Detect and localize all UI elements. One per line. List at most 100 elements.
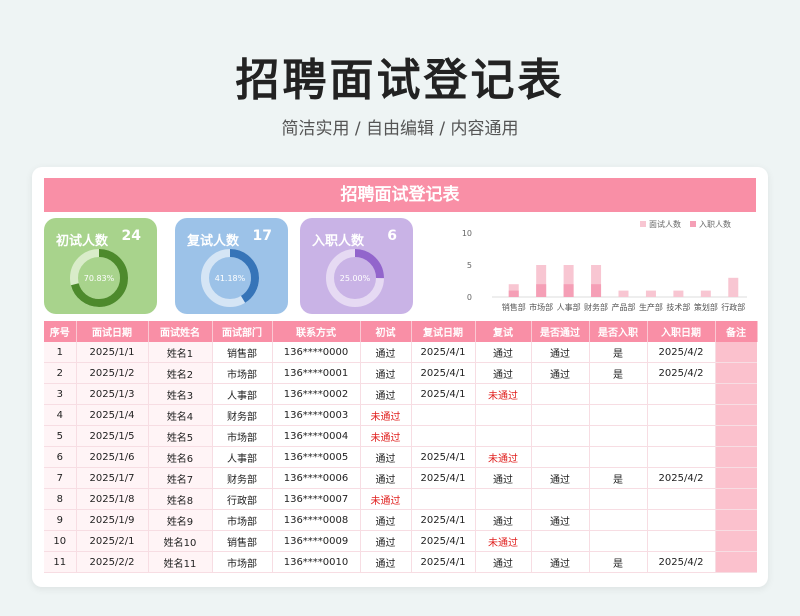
table-cell[interactable]: 2025/4/1 [411,509,476,531]
table-cell[interactable] [647,530,716,552]
table-cell[interactable]: 136****0010 [272,551,361,573]
table-cell[interactable]: 2025/4/1 [411,342,476,363]
table-cell[interactable]: 通过 [531,467,590,489]
table-cell[interactable]: 2025/4/2 [647,551,716,573]
table-cell[interactable]: 136****0007 [272,488,361,510]
table-cell[interactable]: 通过 [475,467,532,489]
table-cell[interactable]: 136****0000 [272,342,361,363]
table-cell[interactable]: 8 [44,488,77,510]
table-cell[interactable]: 11 [44,551,77,573]
table-cell[interactable]: 2025/2/1 [76,530,149,552]
table-cell[interactable]: 市场部 [212,551,273,573]
table-cell[interactable]: 通过 [475,342,532,363]
table-cell[interactable]: 136****0003 [272,404,361,426]
column-header[interactable]: 是否入职 [589,321,648,342]
table-cell[interactable] [647,404,716,426]
table-cell[interactable]: 通过 [475,362,532,384]
table-cell[interactable]: 2025/1/3 [76,383,149,405]
table-cell[interactable] [589,530,648,552]
table-cell[interactable]: 2025/1/5 [76,425,149,447]
table-cell[interactable]: 2025/1/4 [76,404,149,426]
table-cell[interactable] [715,362,757,384]
table-cell[interactable]: 2025/4/2 [647,467,716,489]
column-header[interactable]: 序号 [44,321,77,342]
table-cell[interactable] [715,404,757,426]
table-cell[interactable]: 是 [589,362,648,384]
column-header[interactable]: 面试日期 [76,321,149,342]
table-cell[interactable]: 未通过 [360,488,412,510]
table-cell[interactable]: 2025/4/2 [647,342,716,363]
table-cell[interactable] [531,488,590,510]
table-cell[interactable] [715,509,757,531]
table-cell[interactable]: 2025/4/1 [411,530,476,552]
table-cell[interactable] [647,425,716,447]
table-cell[interactable]: 通过 [531,362,590,384]
table-cell[interactable]: 通过 [360,446,412,468]
table-cell[interactable] [715,467,757,489]
table-cell[interactable]: 通过 [360,362,412,384]
table-cell[interactable] [475,488,532,510]
table-cell[interactable]: 2025/1/8 [76,488,149,510]
table-cell[interactable]: 7 [44,467,77,489]
table-cell[interactable]: 是 [589,551,648,573]
table-cell[interactable]: 136****0001 [272,362,361,384]
table-cell[interactable] [411,425,476,447]
table-cell[interactable] [411,404,476,426]
table-cell[interactable] [647,509,716,531]
table-cell[interactable] [531,404,590,426]
table-cell[interactable]: 通过 [475,509,532,531]
table-cell[interactable]: 行政部 [212,488,273,510]
table-cell[interactable]: 销售部 [212,530,273,552]
table-cell[interactable]: 人事部 [212,446,273,468]
table-cell[interactable] [589,425,648,447]
column-header[interactable]: 初试 [360,321,412,342]
table-cell[interactable]: 5 [44,425,77,447]
table-cell[interactable]: 2025/1/6 [76,446,149,468]
table-cell[interactable]: 姓名7 [148,467,213,489]
table-cell[interactable]: 136****0008 [272,509,361,531]
table-cell[interactable]: 姓名1 [148,342,213,363]
table-cell[interactable]: 姓名10 [148,530,213,552]
table-cell[interactable] [715,342,757,363]
column-header[interactable]: 复试 [475,321,532,342]
column-header[interactable]: 面试部门 [212,321,273,342]
table-cell[interactable] [715,446,757,468]
column-header[interactable]: 入职日期 [647,321,716,342]
table-cell[interactable]: 通过 [531,342,590,363]
table-cell[interactable] [715,488,757,510]
table-cell[interactable]: 通过 [360,342,412,363]
table-cell[interactable] [715,551,757,573]
table-cell[interactable]: 2025/1/2 [76,362,149,384]
table-cell[interactable] [531,530,590,552]
table-cell[interactable]: 销售部 [212,342,273,363]
table-cell[interactable]: 财务部 [212,467,273,489]
table-cell[interactable]: 未通过 [475,446,532,468]
table-cell[interactable]: 未通过 [475,530,532,552]
table-cell[interactable]: 2025/4/1 [411,467,476,489]
column-header[interactable]: 联系方式 [272,321,361,342]
table-cell[interactable] [531,425,590,447]
table-cell[interactable]: 姓名5 [148,425,213,447]
table-cell[interactable]: 2025/4/1 [411,551,476,573]
table-cell[interactable] [715,530,757,552]
table-cell[interactable]: 4 [44,404,77,426]
table-cell[interactable]: 通过 [360,509,412,531]
table-cell[interactable]: 姓名2 [148,362,213,384]
table-cell[interactable]: 是 [589,342,648,363]
table-cell[interactable]: 姓名9 [148,509,213,531]
table-cell[interactable]: 财务部 [212,404,273,426]
table-cell[interactable]: 2 [44,362,77,384]
table-cell[interactable]: 2025/1/9 [76,509,149,531]
table-cell[interactable] [475,425,532,447]
table-cell[interactable]: 2025/1/1 [76,342,149,363]
table-cell[interactable] [589,404,648,426]
table-cell[interactable] [475,404,532,426]
table-cell[interactable]: 通过 [531,551,590,573]
table-cell[interactable] [647,446,716,468]
column-header[interactable]: 是否通过 [531,321,590,342]
table-cell[interactable] [531,446,590,468]
table-cell[interactable]: 136****0009 [272,530,361,552]
table-cell[interactable]: 2025/4/1 [411,383,476,405]
table-cell[interactable]: 10 [44,530,77,552]
table-cell[interactable]: 通过 [360,383,412,405]
